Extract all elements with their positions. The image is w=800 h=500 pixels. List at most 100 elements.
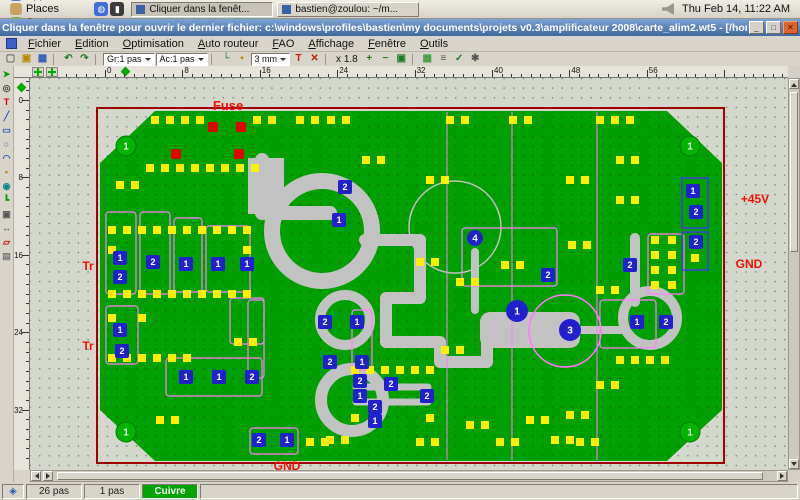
redo-button[interactable]: ↷ bbox=[77, 53, 92, 66]
pcb-canvas[interactable]: 211221111211221212121221222121221341111F… bbox=[30, 78, 788, 470]
track-tool[interactable]: ┗ bbox=[0, 194, 13, 208]
ruler-tick bbox=[182, 70, 184, 77]
ruler-tick bbox=[26, 303, 29, 305]
horizontal-scrollbar[interactable] bbox=[30, 470, 788, 482]
recenter-button-2[interactable] bbox=[46, 67, 58, 77]
menu-edition[interactable]: Edition bbox=[68, 38, 116, 50]
zoom-out-button[interactable]: − bbox=[378, 53, 393, 66]
settings-button[interactable]: ✱ bbox=[468, 53, 483, 66]
pcb-pad-highlight bbox=[236, 122, 246, 132]
save-file-button[interactable]: ▦ bbox=[35, 53, 50, 66]
scroll-left-arrow[interactable] bbox=[31, 471, 41, 481]
ruler-tick bbox=[288, 74, 290, 77]
ruler-tick bbox=[521, 74, 523, 77]
zoom-fit-button[interactable]: ▣ bbox=[394, 53, 409, 66]
ruler-tick bbox=[772, 74, 774, 77]
menu-affichage[interactable]: Affichage bbox=[301, 38, 361, 50]
zoom-in-button[interactable]: + bbox=[362, 53, 377, 66]
pcb-pad bbox=[153, 290, 161, 298]
arc-tool[interactable]: ◠ bbox=[0, 152, 13, 166]
pin-number: 2 bbox=[256, 435, 261, 445]
terminal-launcher-icon[interactable]: ▮ bbox=[110, 2, 125, 16]
pcb-pad bbox=[581, 411, 589, 419]
scroll-up-arrow[interactable] bbox=[789, 79, 799, 89]
via-tool[interactable]: ◉ bbox=[0, 180, 13, 194]
scroll-left-arrow-2[interactable] bbox=[43, 471, 53, 481]
pcb-drawing[interactable]: 21122 1 1 1121 1 22 12 12 1212212221 21221341 11 1F… bbox=[30, 78, 788, 470]
vscroll-thumb[interactable] bbox=[790, 92, 798, 252]
pcb-pad bbox=[168, 226, 176, 234]
ruler-tick bbox=[646, 70, 648, 77]
circle-tool[interactable]: ○ bbox=[0, 138, 13, 152]
layer-tool[interactable]: ▤ bbox=[0, 250, 13, 264]
minimize-button[interactable]: _ bbox=[749, 21, 764, 34]
component-tool[interactable]: ▣ bbox=[0, 208, 13, 222]
text-tool[interactable]: T bbox=[0, 96, 13, 110]
ruler-tick bbox=[26, 390, 29, 392]
snap-step-select[interactable]: Ac:1 pas bbox=[155, 52, 208, 66]
menu-fichier[interactable]: Fichier bbox=[21, 38, 68, 50]
menu-fenêtre[interactable]: Fenêtre bbox=[361, 38, 413, 50]
ruler-tick bbox=[26, 274, 29, 276]
pcb-pad bbox=[138, 226, 146, 234]
track-width-select[interactable]: 3 mm bbox=[250, 52, 291, 66]
pin-number: 3 bbox=[567, 326, 573, 337]
drc-check-button[interactable]: ✓ bbox=[452, 53, 467, 66]
menu-fao[interactable]: FAO bbox=[265, 38, 301, 50]
pin-number: 1 bbox=[357, 391, 362, 401]
delete-button[interactable]: ✕ bbox=[307, 53, 322, 66]
ruler-tick bbox=[346, 74, 348, 77]
measure-tool[interactable]: ↔ bbox=[0, 222, 13, 236]
window-titlebar[interactable]: Cliquer dans la fenêtre pour ouvrir le d… bbox=[0, 19, 800, 36]
taskbar-button[interactable]: bastien@zoulou: ~/m... bbox=[277, 1, 420, 17]
scroll-down-arrow[interactable] bbox=[789, 459, 799, 469]
grid-toggle-button[interactable]: ▦ bbox=[420, 53, 435, 66]
pad-tool[interactable]: ▪ bbox=[0, 166, 13, 180]
pad-tool-button[interactable]: ▪ bbox=[235, 53, 250, 66]
ruler-tick bbox=[143, 74, 145, 77]
recenter-button[interactable] bbox=[32, 67, 44, 77]
hscroll-thumb[interactable] bbox=[57, 472, 763, 480]
open-file-button[interactable]: ▣ bbox=[19, 53, 34, 66]
pcb-pad bbox=[456, 278, 464, 286]
vertical-scrollbar[interactable] bbox=[788, 78, 800, 470]
pcb-pad-highlight bbox=[208, 122, 218, 132]
text-tool-button[interactable]: T bbox=[291, 53, 306, 66]
pcb-pad-highlight bbox=[171, 149, 181, 159]
pcb-pad bbox=[631, 156, 639, 164]
pcb-pad bbox=[108, 226, 116, 234]
ruler-tick bbox=[26, 196, 29, 198]
pcb-pad bbox=[296, 116, 304, 124]
select-tool[interactable]: ➤ bbox=[0, 68, 13, 82]
track-tool-button[interactable]: └ bbox=[219, 53, 234, 66]
layers-button[interactable]: ≡ bbox=[436, 53, 451, 66]
rect-tool[interactable]: ▭ bbox=[0, 124, 13, 138]
ruler-tick bbox=[26, 380, 29, 382]
volume-icon[interactable] bbox=[661, 3, 674, 15]
panel-menu-places[interactable]: Places bbox=[4, 2, 91, 16]
taskbar-button[interactable]: Cliquer dans la fenêt... bbox=[131, 1, 274, 17]
pin-number: 2 bbox=[693, 207, 698, 217]
ruler-tick bbox=[192, 74, 194, 77]
menu-optimisation[interactable]: Optimisation bbox=[116, 38, 191, 50]
erase-tool[interactable]: ▱ bbox=[0, 236, 13, 250]
ruler-tick bbox=[462, 74, 464, 77]
browser-launcher-icon[interactable]: ◍ bbox=[94, 2, 109, 16]
zoom-tool[interactable]: ◎ bbox=[0, 82, 13, 96]
line-tool[interactable]: ╱ bbox=[0, 110, 13, 124]
menu-auto-routeur[interactable]: Auto routeur bbox=[191, 38, 266, 50]
ruler-tick bbox=[75, 74, 77, 77]
clock[interactable]: Thu Feb 14, 11:22 AM bbox=[676, 3, 796, 15]
undo-button[interactable]: ↶ bbox=[61, 53, 76, 66]
pcb-pad bbox=[234, 338, 242, 346]
menu-outils[interactable]: Outils bbox=[413, 38, 455, 50]
ruler-tick bbox=[105, 70, 106, 77]
pcb-pad bbox=[183, 354, 191, 362]
maximize-button[interactable]: □ bbox=[766, 21, 781, 34]
close-button[interactable]: ✕ bbox=[783, 21, 798, 34]
grid-step-select[interactable]: Gr:1 pas bbox=[103, 52, 155, 66]
pcb-pad bbox=[146, 164, 154, 172]
ruler-tick bbox=[762, 74, 764, 77]
scroll-right-arrow[interactable] bbox=[777, 471, 787, 481]
new-file-button[interactable]: ▢ bbox=[3, 53, 18, 66]
